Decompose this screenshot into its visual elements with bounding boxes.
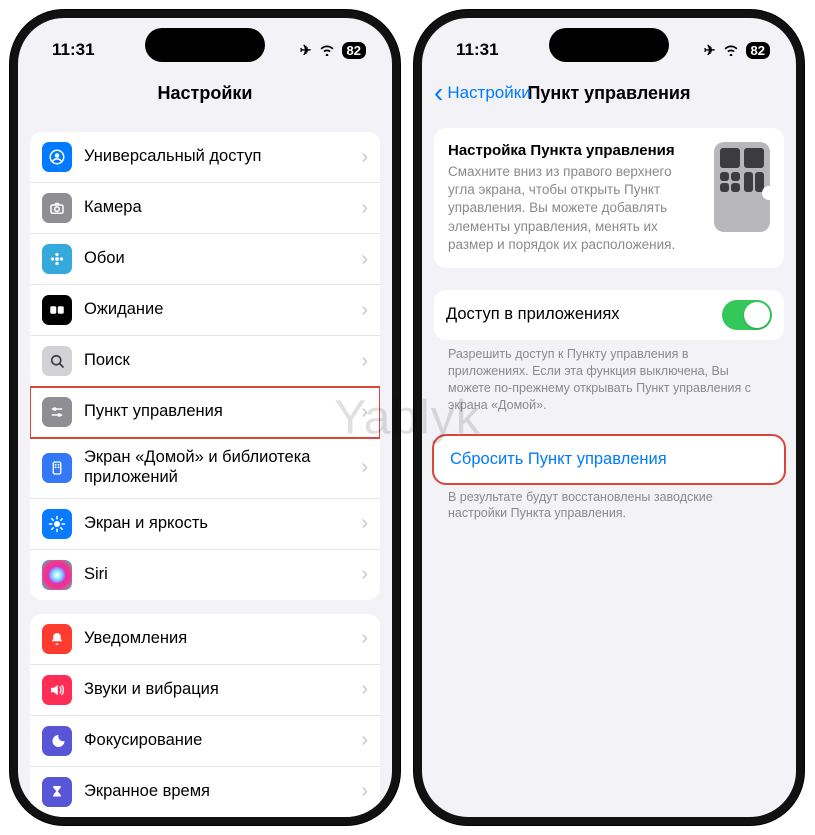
row-label: Пункт управления <box>84 402 349 422</box>
reset-control-center-button[interactable]: Сбросить Пункт управления <box>434 436 784 483</box>
settings-row-speaker[interactable]: Звуки и вибрация › <box>30 665 380 716</box>
row-label: Универсальный доступ <box>84 147 349 167</box>
settings-row-sliders[interactable]: Пункт управления › <box>30 387 380 438</box>
settings-list[interactable]: Универсальный доступ›Камера›Обои›Ожидани… <box>18 132 392 825</box>
bell-icon <box>42 624 72 654</box>
chevron-right-icon: › <box>361 248 368 271</box>
phone-left: 11:31 ✈︎ 82 Настройки Универсальный дост… <box>10 10 400 825</box>
settings-row-bell[interactable]: Уведомления › <box>30 614 380 665</box>
settings-row-moon[interactable]: Фокусирование › <box>30 716 380 767</box>
siri-icon <box>42 560 72 590</box>
phone-right: 11:31 ✈︎ 82 Настройки Пункт управления Н… <box>414 10 804 825</box>
standby-icon <box>42 295 72 325</box>
moon-icon <box>42 726 72 756</box>
settings-row-siri[interactable]: Siri › <box>30 550 380 600</box>
access-toggle[interactable] <box>722 300 772 330</box>
row-label: Ожидание <box>84 300 349 320</box>
search-icon <box>42 346 72 376</box>
settings-row-flower[interactable]: Обои › <box>30 234 380 285</box>
row-label: Фокусирование <box>84 731 349 751</box>
row-label: Siri <box>84 565 349 585</box>
chevron-right-icon: › <box>361 780 368 803</box>
settings-row-standby[interactable]: Ожидание › <box>30 285 380 336</box>
row-label: Уведомления <box>84 629 349 649</box>
chevron-right-icon: › <box>361 678 368 701</box>
chevron-right-icon: › <box>361 456 368 479</box>
chevron-right-icon: › <box>361 401 368 424</box>
chevron-right-icon: › <box>361 146 368 169</box>
chevron-right-icon: › <box>361 563 368 586</box>
status-right: ✈︎ 82 <box>704 42 770 59</box>
back-button[interactable]: Настройки <box>434 83 531 103</box>
status-time: 11:31 <box>456 40 499 60</box>
chevron-right-icon: › <box>361 197 368 220</box>
battery-badge: 82 <box>746 42 770 59</box>
page-title: Настройки <box>158 83 253 104</box>
row-label: Звуки и вибрация <box>84 680 349 700</box>
page-title: Пункт управления <box>527 83 690 104</box>
toggle-label: Доступ в приложениях <box>446 305 710 325</box>
settings-row-hourglass[interactable]: Экранное время › <box>30 767 380 817</box>
info-title: Настройка Пункта управления <box>448 142 702 159</box>
status-time: 11:31 <box>52 40 95 60</box>
chevron-right-icon: › <box>361 627 368 650</box>
info-body: Смахните вниз из правого верхнего угла э… <box>448 163 702 254</box>
settings-row-person-circle[interactable]: Универсальный доступ › <box>30 132 380 183</box>
dynamic-island <box>549 28 669 62</box>
settings-row-home[interactable]: Экран «Домой» и библиотека приложений › <box>30 438 380 499</box>
info-card: Настройка Пункта управления Смахните вни… <box>434 128 784 268</box>
control-center-preview-icon <box>714 142 770 232</box>
home-icon <box>42 453 72 483</box>
status-right: ✈︎ 82 <box>300 42 366 59</box>
settings-group: Уведомления›Звуки и вибрация›Фокусирован… <box>30 614 380 817</box>
chevron-right-icon: › <box>361 350 368 373</box>
dynamic-island <box>145 28 265 62</box>
access-in-apps-row[interactable]: Доступ в приложениях <box>434 290 784 340</box>
camera-icon <box>42 193 72 223</box>
brightness-icon <box>42 509 72 539</box>
speaker-icon <box>42 675 72 705</box>
row-label: Поиск <box>84 351 349 371</box>
row-label: Экранное время <box>84 782 349 802</box>
settings-row-camera[interactable]: Камера › <box>30 183 380 234</box>
chevron-right-icon: › <box>361 729 368 752</box>
airplane-icon: ✈︎ <box>300 42 312 59</box>
wifi-icon <box>722 42 740 59</box>
row-label: Экран «Домой» и библиотека приложений <box>84 448 349 488</box>
settings-group: Универсальный доступ›Камера›Обои›Ожидани… <box>30 132 380 600</box>
row-label: Обои <box>84 249 349 269</box>
row-label: Камера <box>84 198 349 218</box>
reset-footnote: В результате будут восстановлены заводск… <box>434 483 784 523</box>
settings-row-search[interactable]: Поиск › <box>30 336 380 387</box>
sliders-icon <box>42 397 72 427</box>
row-label: Экран и яркость <box>84 514 349 534</box>
control-center-settings: Настройка Пункта управления Смахните вни… <box>422 128 796 534</box>
settings-row-brightness[interactable]: Экран и яркость › <box>30 499 380 550</box>
person-circle-icon <box>42 142 72 172</box>
airplane-icon: ✈︎ <box>704 42 716 59</box>
access-footnote: Разрешить доступ к Пункту управления в п… <box>434 340 784 414</box>
hourglass-icon <box>42 777 72 807</box>
access-group: Доступ в приложениях <box>434 290 784 340</box>
battery-badge: 82 <box>342 42 366 59</box>
nav-bar: Настройки <box>18 68 392 118</box>
chevron-right-icon: › <box>361 299 368 322</box>
nav-bar: Настройки Пункт управления <box>422 68 796 118</box>
wifi-icon <box>318 42 336 59</box>
chevron-right-icon: › <box>361 512 368 535</box>
flower-icon <box>42 244 72 274</box>
